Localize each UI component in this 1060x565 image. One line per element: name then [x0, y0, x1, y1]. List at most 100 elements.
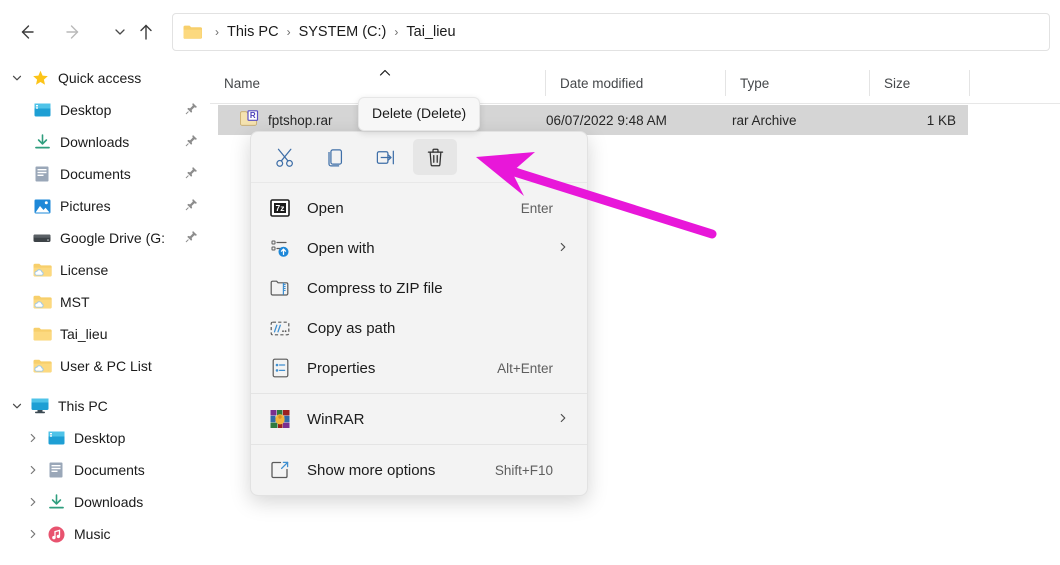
back-button[interactable]	[10, 16, 42, 48]
breadcrumb-separator: ›	[394, 25, 399, 39]
menu-item-label: Properties	[307, 359, 376, 377]
file-type-cell: rar Archive	[732, 112, 797, 128]
menu-item-show-more-options[interactable]: Show more options Shift+F10	[251, 450, 587, 490]
sidebar-item-this-pc-downloads[interactable]: Downloads	[0, 486, 210, 518]
rename-button[interactable]	[363, 139, 407, 175]
file-name-cell: R fptshop.rar	[240, 109, 333, 131]
open-with-icon	[269, 237, 291, 259]
star-icon	[28, 69, 52, 87]
sidebar-item-label: License	[60, 262, 109, 278]
sidebar-item-mst[interactable]: MST	[0, 286, 210, 318]
menu-item-open-with[interactable]: Open with	[251, 228, 587, 268]
sidebar-item-this-pc-music[interactable]: Music	[0, 518, 210, 550]
up-button[interactable]	[130, 16, 162, 48]
winrar-icon	[269, 408, 291, 430]
svg-text:R: R	[250, 111, 256, 120]
breadcrumb-this-pc[interactable]: This PC	[224, 22, 282, 42]
context-menu-toolbar[interactable]	[251, 132, 587, 183]
pin-icon[interactable]	[185, 134, 198, 150]
column-header-label: Date modified	[560, 75, 644, 91]
menu-item-open[interactable]: 7z Open Enter	[251, 188, 587, 228]
this-pc-icon	[28, 397, 52, 415]
pictures-icon	[30, 197, 54, 215]
forward-button[interactable]	[58, 16, 90, 48]
sidebar-item-this-pc-desktop[interactable]: Desktop	[0, 422, 210, 454]
sidebar-item-tai-lieu[interactable]: Tai_lieu	[0, 318, 210, 350]
desktop-icon	[30, 101, 54, 119]
sidebar-item-label: Pictures	[60, 198, 111, 214]
column-header-type[interactable]: Type	[726, 62, 870, 104]
copy-button[interactable]	[313, 139, 357, 175]
sidebar-item-documents[interactable]: Documents	[0, 158, 210, 190]
cloud-folder-icon	[30, 357, 54, 375]
sidebar-item-user-pc-list[interactable]: User & PC List	[0, 350, 210, 382]
chevron-right-icon[interactable]	[22, 432, 44, 444]
documents-icon	[30, 165, 54, 183]
sidebar-item-desktop[interactable]: Desktop	[0, 94, 210, 126]
sidebar-item-label: User & PC List	[60, 358, 152, 374]
menu-item-compress-to-zip[interactable]: Compress to ZIP file	[251, 268, 587, 308]
column-divider[interactable]	[969, 70, 970, 96]
menu-item-label: Open with	[307, 239, 375, 257]
context-menu-group-more: Show more options Shift+F10	[251, 445, 587, 495]
chevron-right-icon	[557, 240, 569, 257]
sidebar-item-this-pc-documents[interactable]: Documents	[0, 454, 210, 486]
navigation-pane[interactable]: Quick access Desktop Downloads Documents…	[0, 62, 210, 565]
sidebar-item-google-drive[interactable]: Google Drive (G:	[0, 222, 210, 254]
zip-icon	[269, 277, 291, 299]
menu-item-label: Open	[307, 199, 344, 217]
documents-icon	[44, 461, 68, 479]
menu-item-label: Show more options	[307, 461, 436, 479]
sidebar-item-this-pc[interactable]: This PC	[0, 390, 210, 422]
context-menu-group-winrar: WinRAR	[251, 394, 587, 444]
file-date-cell: 06/07/2022 9:48 AM	[546, 112, 667, 128]
sidebar-item-label: Documents	[74, 462, 145, 478]
chevron-right-icon[interactable]	[22, 528, 44, 540]
sidebar-item-label: Downloads	[60, 134, 130, 150]
folder-icon	[30, 325, 54, 343]
chevron-right-icon[interactable]	[22, 464, 44, 476]
column-headers: Name Date modified Type Size	[210, 62, 1060, 104]
tooltip-label: Delete (Delete)	[372, 105, 467, 121]
menu-item-properties[interactable]: Properties Alt+Enter	[251, 348, 587, 388]
sort-ascending-icon	[378, 66, 392, 81]
address-bar[interactable]: › This PC › SYSTEM (C:) › Tai_lieu	[172, 13, 1050, 51]
sidebar-item-license[interactable]: License	[0, 254, 210, 286]
breadcrumb-system-c[interactable]: SYSTEM (C:)	[296, 22, 390, 42]
context-menu-group-primary: 7z Open Enter Open with Compress to ZIP …	[251, 183, 587, 393]
show-more-icon	[269, 459, 291, 481]
cut-button[interactable]	[263, 139, 307, 175]
menu-item-label: Copy as path	[307, 319, 396, 337]
column-header-size[interactable]: Size	[870, 62, 970, 104]
sidebar-item-label: Documents	[60, 166, 131, 182]
chevron-right-icon	[557, 411, 569, 428]
sidebar-item-downloads[interactable]: Downloads	[0, 126, 210, 158]
sidebar-item-quick-access[interactable]: Quick access	[0, 62, 210, 94]
folder-icon	[183, 24, 202, 40]
sevenzip-icon: 7z	[269, 197, 291, 219]
delete-button[interactable]	[413, 139, 457, 175]
chevron-right-icon[interactable]	[22, 496, 44, 508]
pin-icon[interactable]	[185, 230, 198, 246]
menu-item-copy-as-path[interactable]: Copy as path	[251, 308, 587, 348]
column-header-date-modified[interactable]: Date modified	[546, 62, 726, 104]
desktop-icon	[44, 429, 68, 447]
column-header-label: Name	[224, 75, 261, 91]
pin-icon[interactable]	[185, 102, 198, 118]
breadcrumb-separator: ›	[215, 25, 219, 39]
sidebar-item-label: Downloads	[74, 494, 144, 510]
navigation-bar: › This PC › SYSTEM (C:) › Tai_lieu	[0, 0, 1060, 62]
menu-item-accelerator: Enter	[520, 200, 553, 216]
sidebar-item-label: Tai_lieu	[60, 326, 108, 342]
chevron-down-icon[interactable]	[6, 72, 28, 84]
chevron-down-icon[interactable]	[6, 400, 28, 412]
sidebar-item-pictures[interactable]: Pictures	[0, 190, 210, 222]
breadcrumb-tai-lieu[interactable]: Tai_lieu	[403, 22, 458, 42]
menu-item-winrar[interactable]: WinRAR	[251, 399, 587, 439]
svg-text:7z: 7z	[276, 203, 285, 213]
pin-icon[interactable]	[185, 198, 198, 214]
context-menu[interactable]: 7z Open Enter Open with Compress to ZIP …	[250, 131, 588, 496]
tooltip: Delete (Delete)	[358, 97, 481, 131]
pin-icon[interactable]	[185, 166, 198, 182]
file-name-label: fptshop.rar	[268, 112, 333, 128]
